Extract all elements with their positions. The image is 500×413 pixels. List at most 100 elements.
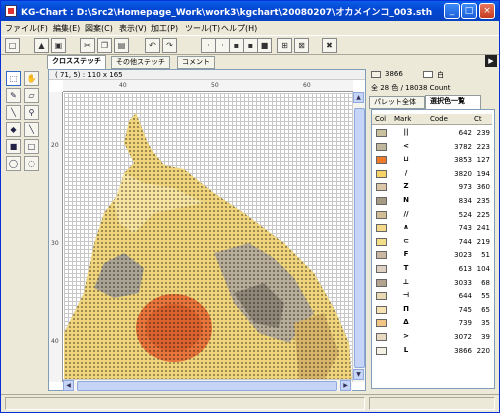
tool-x-icon[interactable]: ✖ bbox=[322, 38, 337, 53]
color-swatch bbox=[376, 129, 387, 137]
redo-icon[interactable]: ↷ bbox=[162, 38, 177, 53]
select-rect-icon[interactable]: ⬚ bbox=[6, 71, 21, 86]
stitch-grid[interactable] bbox=[64, 93, 352, 381]
tab-palette-all[interactable]: パレット全体 bbox=[369, 96, 425, 109]
coordinate-readout: ( 71, 5) : 110 x 165 bbox=[49, 70, 365, 80]
color-row[interactable]: Π 745 65 bbox=[372, 304, 492, 316]
secondary-swatch[interactable] bbox=[423, 71, 433, 78]
paste-icon[interactable]: ▤ bbox=[114, 38, 129, 53]
stitch-count: 55 bbox=[481, 292, 490, 301]
ellipse-icon[interactable]: ◯ bbox=[6, 156, 21, 171]
scroll-left-icon[interactable]: ◀ bbox=[63, 380, 74, 391]
color-swatch bbox=[376, 210, 387, 219]
grid-icon[interactable]: ⊞ bbox=[277, 38, 292, 53]
stitch-mark: ∧ bbox=[403, 223, 409, 232]
color-row[interactable]: T 613 104 bbox=[372, 263, 492, 275]
undo-icon[interactable]: ↶ bbox=[145, 38, 160, 53]
save-icon[interactable]: ▣ bbox=[51, 38, 66, 53]
header-code[interactable]: Code bbox=[430, 115, 448, 123]
color-row[interactable]: ∧ 743 241 bbox=[372, 222, 492, 234]
main-window: KG-Chart : D:\Src2\Homepage_Work\work3\k… bbox=[0, 0, 500, 413]
stitch-count: 241 bbox=[476, 224, 490, 233]
dropper-icon[interactable]: ⚲ bbox=[24, 105, 39, 120]
menu-help[interactable]: ヘルプ(H) bbox=[221, 23, 257, 34]
tab-other-stitch[interactable]: その他ステッチ bbox=[111, 56, 170, 69]
thread-code: 744 bbox=[458, 237, 472, 246]
size-4-icon[interactable]: ▪ bbox=[243, 38, 258, 53]
menu-tools[interactable]: ツール(T) bbox=[185, 23, 220, 34]
color-row[interactable]: Z 973 360 bbox=[372, 181, 492, 193]
grid-alt-icon[interactable]: ⊠ bbox=[294, 38, 309, 53]
menu-process[interactable]: 加工(P) bbox=[151, 23, 178, 34]
header-col[interactable]: Col bbox=[375, 115, 386, 123]
scroll-right-icon[interactable]: ▶ bbox=[340, 380, 351, 391]
open-folder-icon[interactable]: ▲ bbox=[34, 38, 49, 53]
stitch-count: 39 bbox=[481, 333, 490, 341]
scroll-down-icon[interactable]: ▼ bbox=[353, 369, 364, 380]
color-row[interactable]: || 642 239 bbox=[372, 127, 492, 139]
color-swatch bbox=[376, 224, 387, 233]
color-swatch bbox=[376, 237, 387, 246]
horizontal-scroll-thumb[interactable] bbox=[77, 381, 337, 391]
color-row[interactable]: // 524 225 bbox=[372, 209, 492, 221]
stitch-mark: ⊔ bbox=[403, 155, 409, 164]
color-row[interactable]: / 3820 194 bbox=[372, 168, 492, 180]
color-swatch bbox=[376, 251, 387, 260]
horizontal-scrollbar[interactable]: ◀ ▶ bbox=[63, 379, 352, 391]
menu-file[interactable]: ファイル(F) bbox=[5, 23, 48, 34]
color-row[interactable]: <3782 223 bbox=[372, 141, 492, 153]
copy-icon[interactable]: ❐ bbox=[97, 38, 112, 53]
stitch-mark: N bbox=[403, 196, 409, 204]
size-2-icon[interactable]: · bbox=[215, 38, 230, 53]
vertical-scroll-thumb[interactable] bbox=[354, 108, 365, 368]
header-mark[interactable]: Mark bbox=[394, 115, 411, 123]
header-count[interactable]: Ct bbox=[474, 115, 482, 123]
lasso-icon[interactable]: ◌ bbox=[24, 156, 39, 171]
color-row[interactable]: L 3866 220 bbox=[372, 345, 492, 357]
scroll-up-icon[interactable]: ▲ bbox=[353, 92, 364, 103]
close-icon[interactable]: × bbox=[479, 3, 495, 19]
color-row[interactable]: ⊂ 744 219 bbox=[372, 236, 492, 248]
color-row[interactable]: F 3023 51 bbox=[372, 249, 492, 261]
ruler-h-label: 50 bbox=[211, 82, 219, 89]
line-icon[interactable]: ╲ bbox=[6, 105, 21, 120]
fill-icon[interactable]: ◆ bbox=[6, 122, 21, 137]
maximize-icon[interactable]: □ bbox=[461, 3, 477, 19]
eraser-icon[interactable]: ▱ bbox=[24, 88, 39, 103]
diagonal-icon[interactable]: ╲ bbox=[24, 122, 39, 137]
vertical-scrollbar[interactable]: ▲ ▼ bbox=[352, 92, 365, 382]
menu-design[interactable]: 図案(C) bbox=[85, 23, 113, 34]
minimize-icon[interactable]: _ bbox=[444, 3, 460, 19]
size-1-icon[interactable]: · bbox=[201, 38, 216, 53]
color-swatch bbox=[376, 183, 387, 192]
tab-comment[interactable]: コメント bbox=[177, 56, 215, 69]
size-3-icon[interactable]: ▪ bbox=[229, 38, 244, 53]
tab-cross-stitch[interactable]: クロスステッチ bbox=[47, 55, 106, 69]
cut-icon[interactable]: ✂ bbox=[80, 38, 95, 53]
ruler-h-label: 40 bbox=[119, 82, 127, 89]
panel-toggle-icon[interactable]: ▶ bbox=[485, 55, 497, 67]
new-file-icon[interactable]: □ bbox=[5, 38, 20, 53]
color-row[interactable]: ⊥ 3033 68 bbox=[372, 277, 492, 289]
stitch-count: 360 bbox=[476, 183, 490, 192]
menu-edit[interactable]: 編集(E) bbox=[53, 23, 80, 34]
size-5-icon[interactable]: ■ bbox=[257, 38, 272, 53]
tab-selected-list[interactable]: 選択色一覧 bbox=[425, 95, 481, 109]
menu-view[interactable]: 表示(V) bbox=[119, 23, 147, 34]
rect-icon[interactable]: □ bbox=[24, 139, 39, 154]
hand-icon[interactable]: ✋ bbox=[24, 71, 39, 86]
status-cell-main bbox=[5, 397, 365, 410]
thread-code: 524 bbox=[458, 210, 472, 219]
pen-icon[interactable]: ✎ bbox=[6, 88, 21, 103]
color-summary: 全 28 色 / 18038 Count bbox=[371, 84, 451, 92]
selected-swatch[interactable] bbox=[371, 71, 381, 78]
color-row[interactable]: N 834 235 bbox=[372, 195, 492, 207]
color-row[interactable]: >3072 39 bbox=[372, 331, 492, 343]
color-row[interactable]: ⊔ 3853 127 bbox=[372, 154, 492, 166]
color-row[interactable]: ⊣ 644 55 bbox=[372, 290, 492, 302]
color-swatch bbox=[376, 346, 387, 355]
rect-fill-icon[interactable]: ■ bbox=[6, 139, 21, 154]
stitch-mark: ⊣ bbox=[402, 291, 410, 300]
table-scrollbar[interactable] bbox=[491, 110, 494, 388]
color-row[interactable]: Δ 739 35 bbox=[372, 317, 492, 329]
